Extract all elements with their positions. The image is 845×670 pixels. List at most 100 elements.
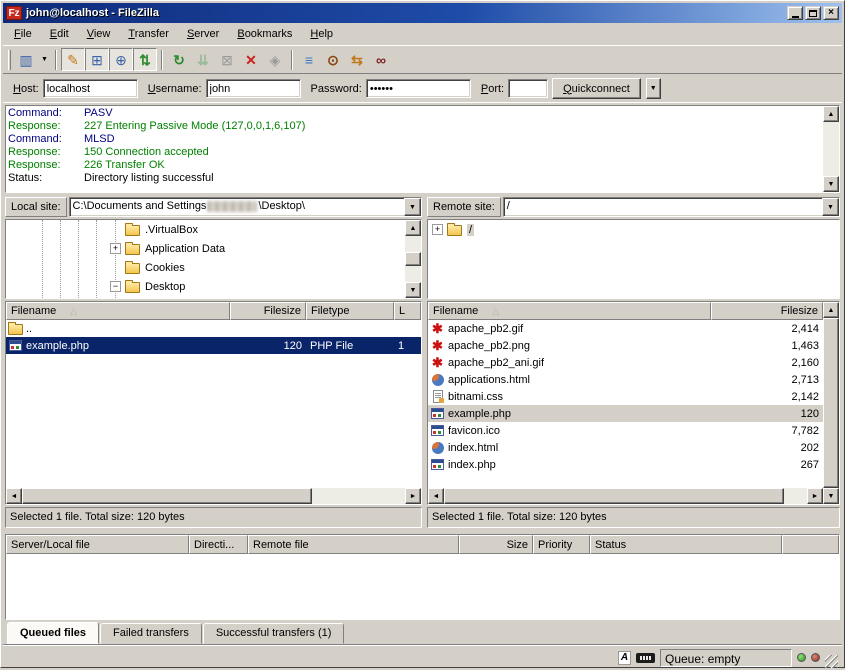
data-type-icon[interactable]: A — [618, 651, 631, 665]
tree-item-root[interactable]: + / — [428, 220, 839, 239]
column-header-filename[interactable]: Filename△ — [6, 302, 230, 320]
scrollbar-thumb[interactable] — [405, 252, 421, 266]
local-file-row-updir[interactable]: .. — [6, 320, 421, 337]
local-file-row-example-php[interactable]: example.php 120 PHP File 1 — [6, 337, 421, 354]
local-site-combo[interactable]: C:\Documents and Settings\Desktop\ ▼ — [69, 197, 422, 217]
menu-server[interactable]: Server — [178, 25, 228, 43]
reconnect-button[interactable]: ◈ — [263, 48, 287, 71]
host-input[interactable] — [43, 79, 138, 98]
remote-file-row[interactable]: favicon.ico 7,782 — [428, 422, 823, 439]
scroll-up-icon[interactable]: ▲ — [823, 302, 839, 318]
scroll-up-icon[interactable]: ▲ — [405, 220, 421, 236]
toggle-queue-button[interactable]: ⇅ — [133, 48, 157, 71]
scroll-down-icon[interactable]: ▼ — [823, 176, 839, 192]
close-button[interactable]: × — [823, 6, 839, 20]
column-header-last-modified[interactable]: L — [394, 302, 421, 320]
menu-edit[interactable]: Edit — [41, 25, 78, 43]
refresh-button[interactable]: ↻ — [167, 48, 191, 71]
menu-view[interactable]: View — [78, 25, 120, 43]
toggle-message-log-button[interactable]: ✎ — [61, 48, 85, 71]
site-manager-button[interactable]: ▥ — [14, 48, 38, 71]
log-scrollbar[interactable]: ▲ ▼ — [823, 106, 839, 192]
toggle-remote-tree-button[interactable]: ⊕ — [109, 48, 133, 71]
scroll-left-icon[interactable]: ◄ — [6, 488, 22, 504]
filter-icon: ≡ — [305, 53, 313, 67]
sync-browsing-button[interactable]: ⇆ — [345, 48, 369, 71]
close-icon: × — [828, 8, 834, 18]
column-header-filesize[interactable]: Filesize — [711, 302, 823, 320]
remote-file-row[interactable]: ✱ apache_pb2.gif 2,414 — [428, 320, 823, 337]
column-header-priority[interactable]: Priority — [533, 535, 590, 554]
local-tree: .VirtualBox + Application Data Cookies − — [5, 219, 422, 299]
remote-file-row[interactable]: bitnami.css 2,142 — [428, 388, 823, 405]
scrollbar-thumb[interactable] — [823, 318, 839, 488]
tree-item-desktop[interactable]: − Desktop — [6, 277, 405, 296]
menu-help[interactable]: Help — [301, 25, 342, 43]
menu-file[interactable]: File — [5, 25, 41, 43]
combo-dropdown-icon[interactable]: ▼ — [822, 198, 839, 216]
speed-limits-icon[interactable] — [636, 653, 655, 663]
tree-item-cookies[interactable]: Cookies — [6, 258, 405, 277]
scroll-left-icon[interactable]: ◄ — [428, 488, 444, 504]
tree-item-application-data[interactable]: + Application Data — [6, 239, 405, 258]
menu-bookmarks[interactable]: Bookmarks — [228, 25, 301, 43]
password-label: Password: — [311, 83, 362, 95]
column-header-filename[interactable]: Filename△ — [428, 302, 711, 320]
scrollbar-thumb[interactable] — [444, 488, 784, 504]
column-header-remote-file[interactable]: Remote file — [248, 535, 459, 554]
disconnect-button[interactable]: ✕ — [239, 48, 263, 71]
tab-queued-files[interactable]: Queued files — [7, 622, 99, 644]
remote-file-row-selected[interactable]: example.php 120 — [428, 405, 823, 422]
password-input[interactable] — [366, 79, 471, 98]
quickconnect-button[interactable]: Quickconnect — [552, 78, 641, 99]
username-input[interactable] — [206, 79, 301, 98]
remote-file-row[interactable]: index.html 202 — [428, 439, 823, 456]
remote-file-row[interactable]: applications.html 2,713 — [428, 371, 823, 388]
refresh-icon: ↻ — [173, 53, 185, 67]
maximize-button[interactable] — [805, 6, 821, 20]
port-input[interactable] — [508, 79, 548, 98]
remote-hscrollbar[interactable]: ◄ ► — [428, 488, 823, 504]
remote-file-row[interactable]: ✱ apache_pb2.png 1,463 — [428, 337, 823, 354]
filezilla-icon: Fz — [6, 6, 22, 20]
process-queue-button[interactable]: ⇊ — [191, 48, 215, 71]
process-queue-icon: ⇊ — [197, 53, 209, 67]
tab-successful-transfers[interactable]: Successful transfers (1) — [203, 623, 345, 644]
combo-dropdown-icon[interactable]: ▼ — [404, 198, 421, 216]
column-header-status[interactable]: Status — [590, 535, 782, 554]
site-manager-dropdown[interactable]: ▼ — [38, 48, 51, 71]
remote-vscrollbar[interactable]: ▲ ▼ — [823, 302, 839, 504]
cancel-button[interactable]: ⊠ — [215, 48, 239, 71]
filter-button[interactable]: ≡ — [297, 48, 321, 71]
local-hscrollbar[interactable]: ◄ ► — [6, 488, 421, 504]
column-header-filetype[interactable]: Filetype — [306, 302, 394, 320]
resize-grip[interactable] — [825, 655, 838, 668]
column-header-direction[interactable]: Directi... — [189, 535, 248, 554]
scroll-right-icon[interactable]: ► — [807, 488, 823, 504]
scrollbar-thumb[interactable] — [22, 488, 312, 504]
collapse-minus-icon[interactable]: − — [110, 281, 121, 292]
quickconnect-dropdown[interactable]: ▼ — [646, 78, 661, 99]
comparison-button[interactable]: ⊙ — [321, 48, 345, 71]
remote-file-row[interactable]: ✱ apache_pb2_ani.gif 2,160 — [428, 354, 823, 371]
find-button[interactable]: ∞ — [369, 48, 393, 71]
remote-file-row[interactable]: index.php 267 — [428, 456, 823, 473]
local-tree-scrollbar[interactable]: ▲ ▼ — [405, 220, 421, 298]
minimize-button[interactable] — [787, 6, 803, 20]
tree-item-virtualbox[interactable]: .VirtualBox — [6, 220, 405, 239]
host-label: Host: — [13, 83, 39, 95]
scroll-up-icon[interactable]: ▲ — [823, 106, 839, 122]
scroll-down-icon[interactable]: ▼ — [405, 282, 421, 298]
scroll-right-icon[interactable]: ► — [405, 488, 421, 504]
expand-plus-icon[interactable]: + — [432, 224, 443, 235]
toggle-local-tree-button[interactable]: ⊞ — [85, 48, 109, 71]
expand-plus-icon[interactable]: + — [110, 243, 121, 254]
menu-transfer[interactable]: Transfer — [119, 25, 178, 43]
remote-site-combo[interactable]: / ▼ — [503, 197, 840, 217]
column-header-server-local-file[interactable]: Server/Local file — [6, 535, 189, 554]
column-header-size[interactable]: Size — [459, 535, 533, 554]
scroll-down-icon[interactable]: ▼ — [823, 488, 839, 504]
column-header-filesize[interactable]: Filesize — [230, 302, 306, 320]
toggle-remote-tree-icon: ⊕ — [115, 53, 127, 67]
tab-failed-transfers[interactable]: Failed transfers — [100, 623, 202, 644]
